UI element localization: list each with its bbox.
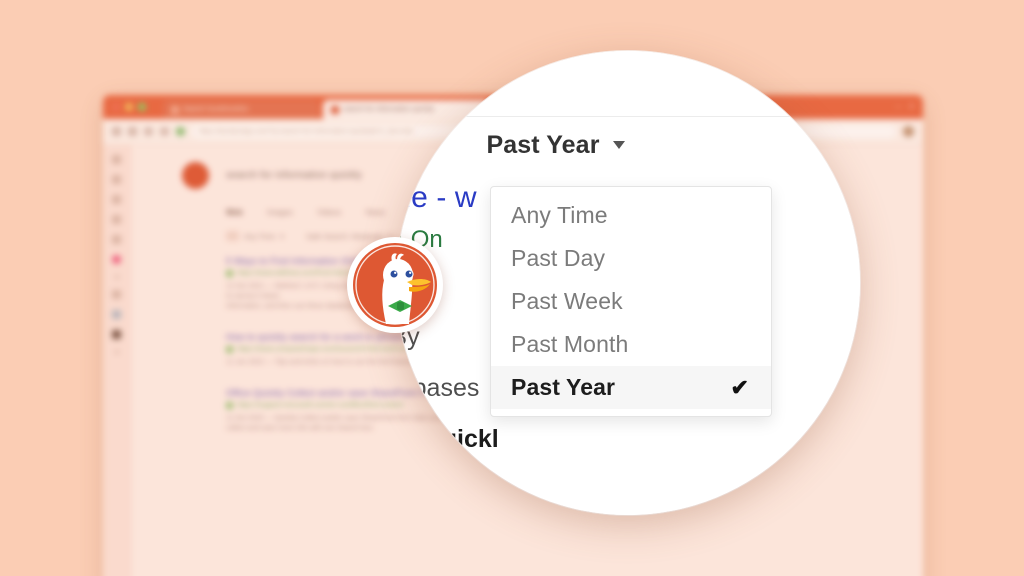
duckduckgo-duck-icon <box>353 243 437 327</box>
home-icon[interactable] <box>160 127 169 136</box>
duckduckgo-logo-badge <box>347 237 443 333</box>
magnified-filter-date[interactable]: Past Year <box>486 130 625 160</box>
filter-any-time[interactable]: Any Time ▾ <box>226 231 284 241</box>
minimize-icon[interactable]: ─ <box>896 102 902 111</box>
snippet-line-4-prefix: u will <box>396 425 420 453</box>
reload-icon[interactable] <box>144 127 153 136</box>
tab-videos[interactable]: Videos <box>317 208 341 217</box>
calendar-icon <box>226 231 239 241</box>
tab-favicon-icon <box>171 105 179 114</box>
tab-images[interactable]: Images <box>267 208 293 217</box>
magnified-result-snippet-line-4: u will quickl <box>396 420 499 458</box>
magnified-result-title[interactable]: nline - w <box>396 181 499 215</box>
magnified-search-header: S <box>396 51 860 117</box>
tab-news[interactable]: News <box>365 208 385 217</box>
dropdown-item-past-month[interactable]: Past Month <box>491 323 771 366</box>
forward-icon[interactable] <box>128 127 137 136</box>
apps-icon[interactable] <box>112 235 121 244</box>
browser-tab-inactive[interactable]: Search DuckDuckGo <box>163 100 319 119</box>
browser-sidebar-rail[interactable] <box>103 145 131 576</box>
dropdown-item-any-time[interactable]: Any Time <box>491 194 771 237</box>
checkmark-icon: ✔ <box>730 374 749 400</box>
tab-web[interactable]: Web <box>226 208 243 217</box>
chevron-down-icon <box>416 141 429 149</box>
result-url-text: https://support.microsoft.com/en-us/offi… <box>237 402 404 409</box>
more-icon[interactable] <box>114 350 119 354</box>
filter-safe-search-label: Safe Search: Moderate <box>306 231 384 241</box>
extension-icon[interactable] <box>112 290 121 299</box>
grey-icon[interactable] <box>112 310 121 319</box>
magnified-filter-bar: ite Past Year <box>396 117 860 173</box>
notes-icon[interactable] <box>112 215 121 224</box>
dropdown-item-label: Past Week <box>511 288 623 314</box>
dark-icon[interactable] <box>112 330 121 339</box>
minimize-window-icon[interactable] <box>125 103 133 111</box>
filter-any-time-label: Any Time <box>244 231 276 241</box>
browser-tab-label: Search DuckDuckGo <box>183 106 249 113</box>
close-window-icon[interactable] <box>112 103 120 111</box>
magnified-filter-site-label: ite <box>396 130 404 159</box>
maximize-window-icon[interactable] <box>138 103 146 111</box>
dropdown-item-past-week[interactable]: Past Week <box>491 280 771 323</box>
chevron-down-icon: ▾ <box>280 231 285 241</box>
dropdown-item-label: Past Day <box>511 245 606 271</box>
magnified-page: S ite Past Year nline - w tion-On ld eve… <box>396 51 860 515</box>
magnified-result-snippet-line-3: databases <box>396 374 480 402</box>
duckduckgo-logo-icon[interactable] <box>179 159 212 192</box>
window-traffic-lights[interactable] <box>112 103 146 111</box>
magnified-filter-date-label: Past Year <box>486 130 600 159</box>
history-icon[interactable] <box>112 175 121 184</box>
shield-icon[interactable] <box>176 127 185 136</box>
dropdown-item-past-year[interactable]: Past Year ✔ <box>491 366 771 409</box>
tab-favicon-icon <box>331 105 339 114</box>
site-favicon-icon <box>226 346 233 353</box>
close-icon[interactable]: ✕ <box>908 102 915 111</box>
dropdown-item-label: Past Year <box>511 374 616 400</box>
dot-icon <box>114 275 119 279</box>
bookmark-icon[interactable] <box>112 155 121 164</box>
snippet-line-4-highlight: quickl <box>426 425 499 453</box>
date-filter-dropdown[interactable]: Any Time Past Day Past Week Past Month P… <box>490 186 772 417</box>
screenshot-stage: Search DuckDuckGo search for information… <box>0 0 1024 576</box>
site-favicon-icon <box>226 270 233 277</box>
dropdown-item-label: Past Month <box>511 331 629 357</box>
dropdown-item-label: Any Time <box>511 202 608 228</box>
magnifier-lens: S ite Past Year nline - w tion-On ld eve… <box>396 51 860 515</box>
window-controls[interactable]: ─ ✕ <box>896 102 915 111</box>
download-icon[interactable] <box>112 195 121 204</box>
pinned-icon[interactable] <box>112 255 121 264</box>
profile-avatar[interactable] <box>903 126 914 137</box>
site-favicon-icon <box>226 402 233 409</box>
dropdown-item-past-day[interactable]: Past Day <box>491 237 771 280</box>
back-icon[interactable] <box>112 127 121 136</box>
search-query-text[interactable]: search for information quickly <box>226 170 362 181</box>
chevron-down-icon <box>612 141 625 149</box>
magnified-filter-site[interactable]: ite <box>396 130 429 160</box>
